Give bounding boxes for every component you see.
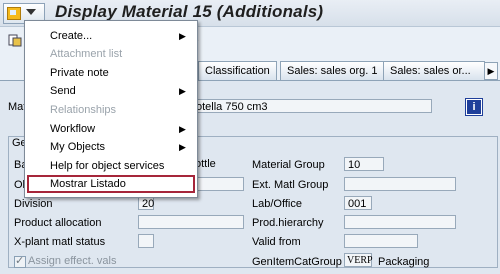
menu-item-label: Create... [50, 30, 93, 42]
prod-hierarchy-field[interactable] [344, 215, 456, 229]
material-group-label: Material Group [252, 159, 325, 171]
xplant-status-label: X-plant matl status [14, 236, 106, 248]
submenu-arrow-icon: ▶ [179, 124, 186, 134]
tab-sales-org-1[interactable]: Sales: sales org. 1 [280, 61, 385, 80]
gen-item-cat-field[interactable]: VERP [344, 253, 373, 267]
ext-matl-group-field[interactable] [344, 177, 456, 191]
lab-office-label: Lab/Office [252, 198, 302, 210]
tab-sales-org-2[interactable]: Sales: sales or... [383, 61, 485, 80]
menu-item-label: Send [50, 85, 76, 97]
gen-item-cat-text: Packaging [378, 256, 430, 268]
material-group-field[interactable]: 10 [344, 157, 384, 171]
menu-item-private-note[interactable]: Private note [25, 64, 197, 82]
menu-item-attachment-list[interactable]: Attachment list [25, 45, 197, 63]
menu-item-send[interactable]: Send ▶ [25, 82, 197, 100]
submenu-arrow-icon: ▶ [179, 142, 186, 152]
division-label: Division [14, 198, 53, 210]
ext-matl-group-label: Ext. Matl Group [252, 179, 329, 191]
menu-item-relationships[interactable]: Relationships [25, 101, 197, 119]
assign-effect-checkbox[interactable] [14, 254, 26, 268]
valid-from-field[interactable] [344, 234, 418, 248]
menu-item-label: Workflow [50, 123, 96, 135]
menu-item-label: Private note [50, 67, 109, 79]
material-description-field[interactable]: otella 750 cm3 [192, 99, 432, 113]
services-icon [7, 7, 21, 20]
tab-scroll-right-icon[interactable]: ▶ [484, 62, 498, 80]
dropdown-arrow-icon [26, 9, 36, 15]
valid-from-label: Valid from [252, 236, 301, 248]
division-field[interactable]: 20 [138, 196, 154, 210]
submenu-arrow-icon: ▶ [179, 86, 186, 96]
menu-item-my-objects[interactable]: My Objects ▶ [25, 138, 197, 156]
gen-item-cat-label: GenItemCatGroup [252, 256, 342, 268]
info-icon[interactable]: i [466, 99, 482, 115]
xplant-status-field[interactable] [138, 234, 154, 248]
window-title: Display Material 15 (Additionals) [55, 2, 324, 21]
services-for-object-menu: Create... ▶ Attachment list Private note… [24, 20, 198, 198]
lab-office-field[interactable]: 001 [344, 196, 372, 210]
product-allocation-field[interactable] [138, 215, 244, 229]
menu-item-label: My Objects [50, 141, 106, 153]
assign-effect-label: Assign effect. vals [28, 255, 117, 267]
menu-item-label: Mostrar Listado [50, 178, 126, 190]
product-allocation-label: Product allocation [14, 217, 102, 229]
menu-item-mostrar-listado[interactable]: Mostrar Listado [27, 175, 195, 193]
menu-item-workflow[interactable]: Workflow ▶ [25, 120, 197, 138]
prod-hierarchy-label: Prod.hierarchy [252, 217, 324, 229]
base-unit-field[interactable]: ottle [192, 157, 242, 171]
tab-classification[interactable]: Classification [198, 61, 277, 80]
menu-item-create[interactable]: Create... ▶ [25, 27, 197, 45]
submenu-arrow-icon: ▶ [179, 31, 186, 41]
menu-item-help-object-services[interactable]: Help for object services [25, 157, 197, 175]
other-material-icon[interactable] [8, 33, 22, 47]
menu-item-label: Relationships [50, 104, 117, 116]
menu-item-label: Attachment list [50, 48, 123, 60]
menu-item-label: Help for object services [50, 160, 165, 172]
